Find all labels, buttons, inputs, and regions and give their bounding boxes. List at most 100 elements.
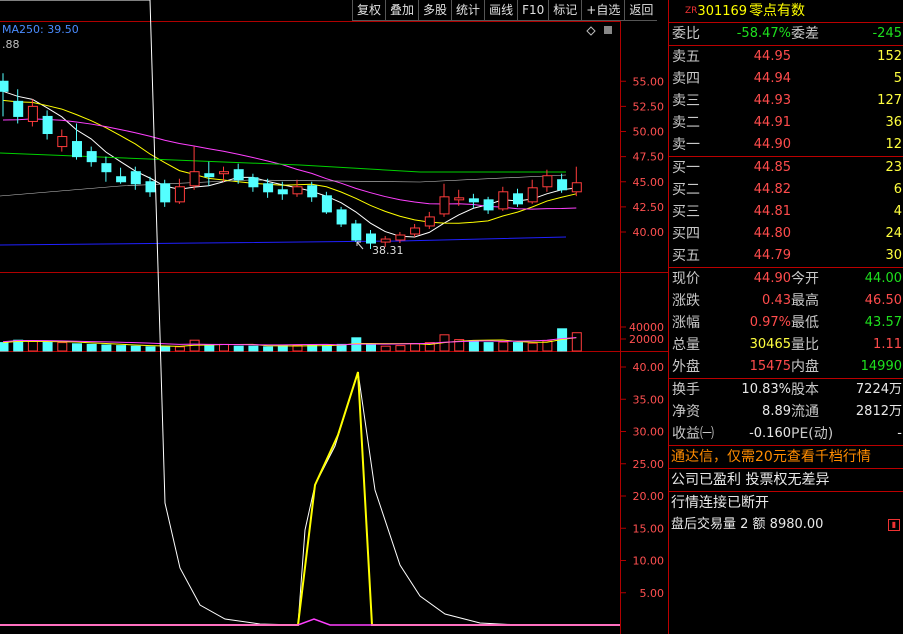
buy-v1: 44.85 bbox=[753, 160, 791, 175]
buy-lbl: 买二 bbox=[672, 182, 700, 198]
volume-bar bbox=[468, 340, 479, 352]
price-axis-label: 42.50 bbox=[633, 201, 665, 214]
toolbar-button-4[interactable]: 画线 bbox=[484, 0, 518, 21]
price-axis-label: 40.00 bbox=[633, 226, 665, 239]
promo-link[interactable]: 通达信，仅需20元查看千档行情 bbox=[669, 446, 903, 468]
candle-body bbox=[42, 115, 53, 135]
candle-body bbox=[424, 216, 435, 227]
stat-row-lbl: 总量 bbox=[672, 337, 700, 353]
candle-body bbox=[0, 80, 9, 92]
chart-icon[interactable]: ▮ bbox=[888, 519, 900, 531]
candle-body bbox=[483, 199, 494, 211]
sell-lbl: 卖一 bbox=[672, 137, 700, 153]
volume-bar bbox=[219, 343, 229, 352]
info-row-lbl2: 流通 bbox=[791, 404, 819, 420]
stat-row-v1: 0.97% bbox=[749, 315, 791, 330]
toolbar-button-8[interactable]: 返回 bbox=[624, 0, 658, 21]
sell-v2: 152 bbox=[877, 49, 902, 64]
indicator-axis-label: 40.00 bbox=[633, 361, 665, 374]
ma20-line bbox=[2, 118, 577, 210]
stat-row-lbl: 外盘 bbox=[672, 359, 700, 375]
sell-orders: 卖五 44.95 152 卖四 44.94 5 卖三 44.93 127 卖二 44.91 36 卖一 4… bbox=[669, 46, 903, 156]
toolbar-button-0[interactable]: 复权 bbox=[352, 0, 386, 21]
volume-bar bbox=[72, 343, 82, 352]
stat-row: 外盘 15475 内盘 14990 bbox=[669, 356, 903, 378]
menu-icon[interactable] bbox=[604, 26, 612, 34]
sell-v2: 5 bbox=[893, 71, 902, 86]
buy-v1: 44.79 bbox=[753, 248, 791, 263]
candle-body bbox=[204, 173, 215, 178]
volume-bar bbox=[233, 345, 244, 352]
stat-row: 现价 44.90 今开 44.00 bbox=[669, 268, 903, 290]
stat-row-lbl: 现价 bbox=[672, 271, 700, 287]
wei-bi-row: 委比 -58.47% 委差 -245 bbox=[669, 23, 903, 45]
price-axis-label: 50.00 bbox=[633, 126, 665, 139]
candle-body bbox=[321, 195, 332, 213]
candle-body bbox=[130, 171, 141, 185]
low-price-label: 38.31 bbox=[372, 244, 404, 257]
candle-body bbox=[233, 169, 244, 181]
candle-body bbox=[557, 179, 568, 191]
volume-bar bbox=[277, 345, 288, 352]
volume-bar bbox=[130, 345, 141, 352]
volume-bar bbox=[263, 346, 274, 352]
diamond-icon[interactable] bbox=[586, 26, 596, 36]
indicator-axis-label: 35.00 bbox=[633, 393, 665, 406]
volume-bar bbox=[571, 332, 582, 352]
volume-bar bbox=[366, 343, 376, 352]
info-row-v1: 10.83% bbox=[741, 382, 791, 397]
buy-v2: 4 bbox=[893, 204, 902, 219]
volume-bar bbox=[57, 342, 68, 352]
sell-v1: 44.95 bbox=[753, 49, 791, 64]
candle-body bbox=[542, 175, 553, 188]
volume-bar bbox=[101, 344, 112, 352]
buy-v1: 44.81 bbox=[753, 204, 791, 219]
candle-body bbox=[498, 191, 509, 210]
candle-body bbox=[248, 177, 259, 188]
price-axis-label: 55.00 bbox=[633, 75, 665, 88]
stat-row-v1: 0.43 bbox=[762, 293, 791, 308]
info-row-v2: 2812万 bbox=[855, 404, 902, 419]
candle-body bbox=[13, 100, 24, 117]
indicator-axis-label: 15.00 bbox=[633, 522, 665, 535]
sub-label: .88 bbox=[2, 38, 20, 51]
kline-chart[interactable]: 55.0052.5050.0047.5045.0042.5040.0040000… bbox=[0, 0, 668, 634]
buy-row: 买四 44.80 24 bbox=[669, 223, 903, 245]
sell-lbl: 卖三 bbox=[672, 93, 700, 109]
buy-lbl: 买三 bbox=[672, 204, 700, 220]
candle-body bbox=[527, 187, 538, 203]
stock-code[interactable]: 301169 bbox=[697, 4, 747, 19]
volume-bar bbox=[160, 345, 171, 352]
buy-v2: 30 bbox=[885, 248, 902, 263]
info-row-v2: - bbox=[897, 426, 902, 441]
stock-name[interactable]: 零点有数 bbox=[749, 3, 805, 19]
toolbar-button-1[interactable]: 叠加 bbox=[385, 0, 419, 21]
ma60-line bbox=[0, 152, 566, 173]
volume-bar bbox=[0, 342, 9, 352]
price-axis-label: 47.50 bbox=[633, 151, 665, 164]
buy-row: 买三 44.81 4 bbox=[669, 201, 903, 223]
stat-row-v1: 15475 bbox=[749, 359, 791, 374]
price-axis-label: 45.00 bbox=[633, 176, 665, 189]
stat-row-v2: 1.11 bbox=[873, 337, 902, 352]
buy-v2: 6 bbox=[893, 182, 902, 197]
volume-bar bbox=[42, 341, 53, 352]
candle-body bbox=[86, 151, 97, 163]
volume-bar bbox=[498, 341, 509, 352]
toolbar-button-3[interactable]: 统计 bbox=[451, 0, 485, 21]
after-hours-text: 盘后交易量 2 额 8980.00 bbox=[671, 517, 824, 532]
toolbar-button-2[interactable]: 多股 bbox=[418, 0, 452, 21]
wei-cha-label: 委差 bbox=[791, 26, 819, 42]
candle-body bbox=[27, 105, 38, 122]
toolbar-button-6[interactable]: 标记 bbox=[548, 0, 582, 21]
info-row-v1: 8.89 bbox=[762, 404, 791, 419]
volume-bar bbox=[410, 343, 421, 352]
stat-row-v1: 44.90 bbox=[753, 271, 791, 286]
candle-body bbox=[160, 183, 171, 203]
toolbar-button-5[interactable]: F10 bbox=[517, 0, 549, 21]
volume-bar bbox=[483, 342, 494, 352]
buy-lbl: 买五 bbox=[672, 248, 700, 264]
toolbar-button-7[interactable]: +自选 bbox=[581, 0, 625, 21]
stat-row-lbl2: 今开 bbox=[791, 271, 819, 287]
info-row-lbl: 净资 bbox=[672, 404, 700, 420]
